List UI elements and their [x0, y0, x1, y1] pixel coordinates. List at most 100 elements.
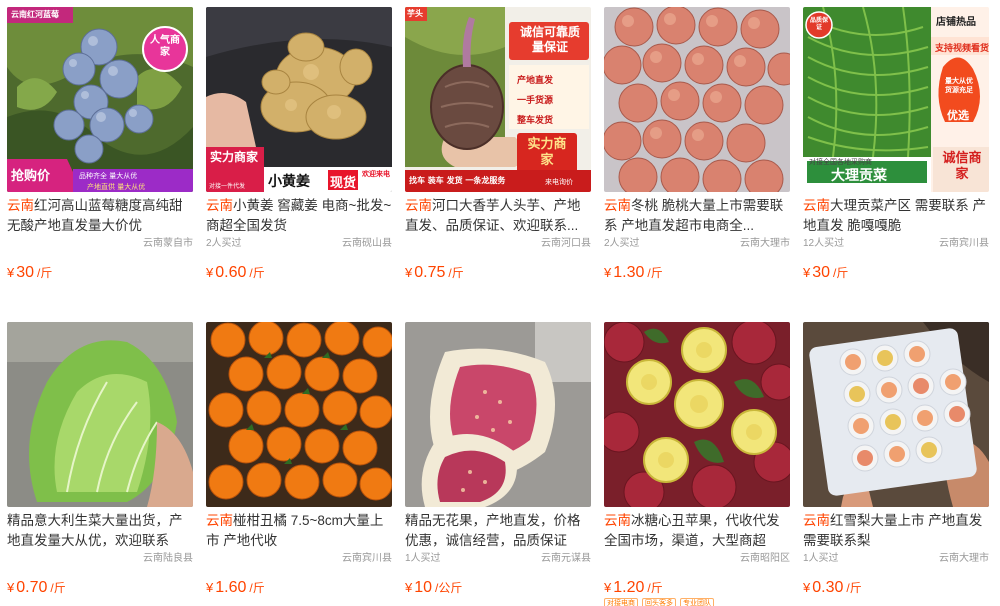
product-title[interactable]: 云南冰糖心丑苹果，代收代发全国市场，渠道，大型商超	[604, 511, 790, 551]
product-meta: 云南宾川县	[206, 552, 392, 566]
price-unit: /斤	[647, 581, 663, 595]
location-label: 云南大理市	[939, 553, 989, 564]
price-unit: /斤	[448, 266, 464, 280]
title-region: 云南	[604, 513, 631, 528]
location-label: 云南宾川县	[939, 238, 989, 249]
product-card[interactable]: 芋头 诚信可靠质量保证 产地直发 一手货源 整车发货 实力商家 找车 装车 发货…	[405, 7, 591, 283]
product-image-mandarins[interactable]	[206, 322, 392, 507]
product-image-gongcai[interactable]: 品质保证 店铺热品 支持视频看货 量大从优 货源充足 优选 对接全国各地采购商 …	[803, 7, 989, 192]
product-image-apples[interactable]	[604, 322, 790, 507]
title-text: 冬桃 脆桃大量上市需要联系 产地直发超市电商全...	[604, 198, 784, 233]
merchant-tag: 对接电商	[604, 598, 638, 606]
price-value: 1.60	[215, 579, 247, 596]
title-region: 云南	[7, 198, 34, 213]
location-label: 云南昭阳区	[740, 553, 790, 564]
currency-symbol: ¥	[405, 265, 413, 280]
bought-count: 1人买过	[803, 553, 839, 564]
product-title[interactable]: 精品意大利生菜大量出货，产地直发量大从优，欢迎联系	[7, 511, 193, 551]
title-region: 云南	[604, 198, 631, 213]
product-title[interactable]: 云南椪柑丑橘 7.5~8cm大量上市 产地代收	[206, 511, 392, 551]
price-value: 0.60	[215, 264, 247, 281]
product-name-label: 小黄姜	[268, 174, 310, 190]
strength-merchant-badge: 实力商家	[527, 137, 567, 168]
price-value: 30	[812, 264, 831, 281]
merchant-tag: 专业团队	[680, 598, 714, 606]
product-meta: 12人买过 云南宾川县	[803, 237, 989, 251]
currency-symbol: ¥	[7, 580, 15, 595]
dropship-label: 对接一件代发	[209, 183, 246, 190]
price-unit: /斤	[249, 581, 265, 595]
price-label: ¥1.20/斤 对接电商 回头客多 专业团队	[604, 578, 790, 606]
product-title[interactable]: 云南冬桃 脆桃大量上市需要联系 产地直发超市电商全...	[604, 196, 790, 236]
price-value: 1.30	[613, 264, 645, 281]
hot-item-label: 店铺热品	[936, 17, 976, 28]
call-tag: 欢迎来电	[362, 170, 390, 178]
product-title[interactable]: 云南红雪梨大量上市 产地直发 需要联系梨	[803, 511, 989, 551]
product-card[interactable]: 云南椪柑丑橘 7.5~8cm大量上市 产地代收 云南宾川县 ¥1.60/斤	[206, 322, 392, 598]
product-title[interactable]: 云南河口大香芋人头芋、产地直发、品质保证、欢迎联系...	[405, 196, 591, 236]
price-label: ¥0.30/斤	[803, 578, 989, 598]
product-title[interactable]: 云南小黄姜 窖藏姜 电商~批发~商超全国发货	[206, 196, 392, 236]
location-label: 云南元谋县	[541, 553, 591, 564]
currency-symbol: ¥	[604, 265, 612, 280]
price-label: ¥0.70/斤	[7, 578, 193, 598]
product-card[interactable]: 精品无花果，产地直发，价格优惠，诚信经营，品质保证 1人买过 云南元谋县 ¥10…	[405, 322, 591, 598]
in-stock-tag: 现货	[330, 176, 357, 191]
service-line: 找车 装车 发货 一条龙服务	[409, 176, 506, 185]
product-image-blueberries[interactable]: 云南红河蓝莓 人气商家 抢购价 品种齐全 量大从优 产地直供 量大从优	[7, 7, 193, 192]
product-image-peaches[interactable]	[604, 7, 790, 192]
product-meta: 2人买过 云南砚山县	[206, 237, 392, 251]
call-label: 来电询价	[545, 178, 573, 186]
product-meta: 云南蒙自市	[7, 237, 193, 251]
product-image-figs[interactable]	[405, 322, 591, 507]
title-text: 红河高山蓝莓糖度高纯甜无酸产地直发量大价优	[7, 198, 183, 233]
product-card[interactable]: 实力商家 对接一件代发 小黄姜 现货 欢迎来电 云南小黄姜 窖藏姜 电商~批发~…	[206, 7, 392, 283]
price-value: 0.70	[16, 579, 48, 596]
product-card[interactable]: 云南红雪梨大量上市 产地直发 需要联系梨 1人买过 云南大理市 ¥0.30/斤	[803, 322, 989, 598]
product-meta: 1人买过 云南元谋县	[405, 552, 591, 566]
currency-symbol: ¥	[206, 580, 214, 595]
currency-symbol: ¥	[803, 580, 811, 595]
product-name-label: 大理贡菜	[831, 168, 887, 184]
location-label: 云南宾川县	[342, 553, 392, 564]
product-title[interactable]: 精品无花果，产地直发，价格优惠，诚信经营，品质保证	[405, 511, 591, 551]
product-image-taro[interactable]: 芋头 诚信可靠质量保证 产地直发 一手货源 整车发货 实力商家 找车 装车 发货…	[405, 7, 591, 192]
corner-label: 芋头	[407, 9, 423, 18]
product-card[interactable]: 云南红河蓝莓 人气商家 抢购价 品种齐全 量大从优 产地直供 量大从优 云南红河…	[7, 7, 193, 283]
merchant-tags: 对接电商 回头客多 专业团队	[604, 598, 714, 606]
quality-headline: 诚信可靠质量保证	[519, 25, 580, 54]
title-region: 云南	[405, 198, 432, 213]
title-region: 云南	[803, 198, 830, 213]
price-value: 10	[414, 579, 433, 596]
title-text: 小黄姜 窖藏姜 电商~批发~商超全国发货	[206, 198, 392, 233]
product-image-lettuce[interactable]	[7, 322, 193, 507]
location-label: 云南陆良县	[143, 553, 193, 564]
product-grid: 云南红河蓝莓 人气商家 抢购价 品种齐全 量大从优 产地直供 量大从优 云南红河…	[0, 0, 1000, 606]
title-text: 精品无花果，产地直发，价格优惠，诚信经营，品质保证	[405, 513, 581, 548]
promo-line: 产地直供 量大从优	[87, 183, 146, 191]
title-text: 精品意大利生菜大量出货，产地直发量大从优，欢迎联系	[7, 513, 183, 548]
product-title[interactable]: 云南红河高山蓝莓糖度高纯甜无酸产地直发量大价优	[7, 196, 193, 236]
title-region: 云南	[206, 198, 233, 213]
price-label: ¥1.60/斤	[206, 578, 392, 598]
product-image-pears[interactable]	[803, 322, 989, 507]
product-card[interactable]: 云南冬桃 脆桃大量上市需要联系 产地直发超市电商全... 2人买过 云南大理市 …	[604, 7, 790, 283]
product-card[interactable]: 云南冰糖心丑苹果，代收代发全国市场，渠道，大型商超 云南昭阳区 ¥1.20/斤 …	[604, 322, 790, 606]
price-value: 30	[16, 264, 35, 281]
quality-seal: 品质保证	[809, 17, 828, 31]
product-card[interactable]: 精品意大利生菜大量出货，产地直发量大从优，欢迎联系 云南陆良县 ¥0.70/斤	[7, 322, 193, 598]
price-value: 0.30	[812, 579, 844, 596]
price-unit: /斤	[37, 266, 53, 280]
price-unit: /斤	[249, 266, 265, 280]
product-card[interactable]: 品质保证 店铺热品 支持视频看货 量大从优 货源充足 优选 对接全国各地采购商 …	[803, 7, 989, 283]
title-region: 云南	[803, 513, 830, 528]
price-value: 0.75	[414, 264, 446, 281]
product-image-ginger[interactable]: 实力商家 对接一件代发 小黄姜 现货 欢迎来电	[206, 7, 392, 192]
bought-count: 2人买过	[604, 238, 640, 249]
price-unit: /斤	[846, 581, 862, 595]
price-value: 1.20	[613, 579, 645, 596]
product-title[interactable]: 云南大理贡菜产区 需要联系 产地直发 脆嘎嘎脆	[803, 196, 989, 236]
feature-item: 产地直发	[517, 76, 554, 86]
price-label: ¥10/公斤	[405, 578, 591, 598]
video-inspect-label: 支持视频看货	[934, 44, 989, 54]
